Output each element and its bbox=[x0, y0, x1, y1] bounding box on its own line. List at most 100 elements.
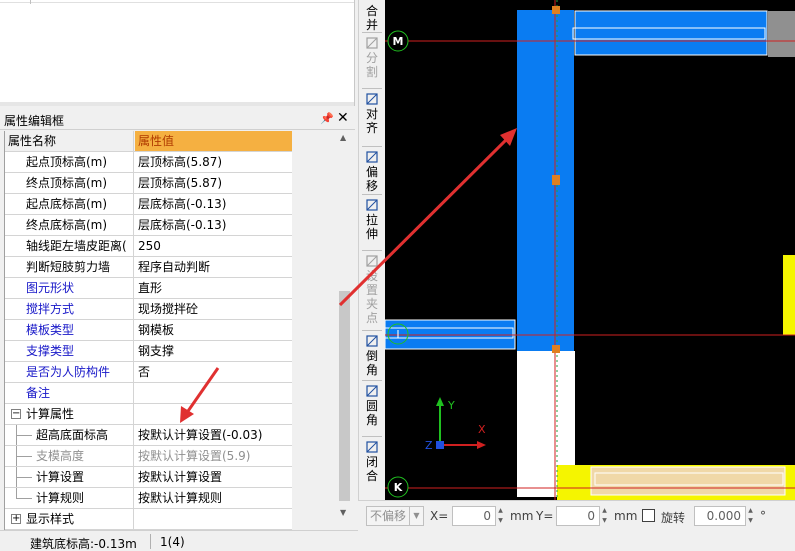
drawing-canvas[interactable]: M I K Y X Z bbox=[385, 0, 795, 500]
property-group-calc[interactable]: − 计算属性 bbox=[5, 404, 292, 425]
toolbar-separator bbox=[362, 436, 382, 437]
property-value-cell[interactable]: 钢模板 bbox=[135, 320, 292, 340]
tree-hscroll[interactable] bbox=[0, 102, 354, 106]
property-value-cell[interactable]: 直形 bbox=[135, 278, 292, 298]
property-value-cell[interactable]: 否 bbox=[135, 362, 292, 382]
gray-block bbox=[768, 11, 795, 57]
toolbar-label-char: 拉 bbox=[365, 213, 378, 227]
pin-icon[interactable]: 📌 bbox=[320, 112, 334, 125]
toolbar-button-4[interactable]: 拉伸 bbox=[359, 198, 385, 241]
toolbar-separator bbox=[362, 250, 382, 251]
scroll-thumb[interactable] bbox=[339, 291, 350, 501]
y-label: Y= bbox=[536, 509, 554, 523]
y-input[interactable]: 0 bbox=[556, 506, 600, 526]
property-row[interactable]: 起点顶标高(m) 层顶标高(5.87) bbox=[5, 152, 292, 173]
property-value-cell[interactable]: 属性值 bbox=[135, 131, 292, 151]
property-name-label: 搅拌方式 bbox=[26, 302, 75, 316]
property-value-cell[interactable]: 按默认计算设置(5.9) bbox=[135, 446, 292, 466]
property-grid: 属性名称 属性值 起点顶标高(m) 层顶标高(5.87) 终点顶标高(m) 层顶标高(5.… bbox=[4, 131, 292, 530]
rotate-spinner[interactable]: ▲ ▼ bbox=[746, 506, 755, 526]
property-name-label: 支撑类型 bbox=[26, 344, 75, 358]
toolbar-button-8[interactable]: 闭合 bbox=[359, 440, 385, 483]
property-row[interactable]: 轴线距左墙皮距离(250 bbox=[5, 236, 292, 257]
property-row[interactable]: 终点顶标高(m) 层顶标高(5.87) bbox=[5, 173, 292, 194]
property-grid-scrollbar[interactable]: ▲ ▼ bbox=[337, 131, 352, 519]
property-value-cell[interactable]: 层顶标高(5.87) bbox=[135, 152, 292, 172]
property-value-cell[interactable] bbox=[135, 404, 292, 424]
toolbar-separator bbox=[362, 380, 382, 381]
close-shape-icon bbox=[365, 440, 379, 454]
property-row[interactable]: 判断短肢剪力墙 程序自动判断 bbox=[5, 257, 292, 278]
property-grid-header[interactable]: 属性名称 属性值 bbox=[5, 131, 292, 152]
property-value-cell[interactable]: 现场搅拌砼 bbox=[135, 299, 292, 319]
property-name-cell: 搅拌方式 bbox=[5, 299, 134, 319]
property-value-cell[interactable]: 按默认计算设置 bbox=[135, 467, 292, 487]
toolbar-button-7[interactable]: 圆角 bbox=[359, 384, 385, 427]
scroll-down-icon[interactable]: ▼ bbox=[340, 508, 346, 517]
toolbar-button-3[interactable]: 偏移 bbox=[359, 150, 385, 193]
collapse-icon[interactable]: − bbox=[11, 409, 21, 419]
y-spinner[interactable]: ▲ ▼ bbox=[600, 506, 609, 526]
property-name-label: 判断短肢剪力墙 bbox=[26, 260, 111, 274]
property-value-cell[interactable]: 按默认计算规则 bbox=[135, 488, 292, 508]
x-spinner[interactable]: ▲ ▼ bbox=[496, 506, 505, 526]
property-value-cell[interactable]: 250 bbox=[135, 236, 292, 256]
rotate-checkbox[interactable] bbox=[642, 509, 655, 522]
rotate-input[interactable]: 0.000 bbox=[694, 506, 746, 526]
property-value-cell[interactable]: 层底标高(-0.13) bbox=[135, 215, 292, 235]
property-value-cell[interactable]: 层顶标高(5.87) bbox=[135, 173, 292, 193]
property-row[interactable]: 支模高度 按默认计算设置(5.9) bbox=[5, 446, 292, 467]
grip-bottom[interactable] bbox=[552, 345, 560, 353]
ucs-y-label: Y bbox=[447, 399, 455, 412]
property-row[interactable]: 起点底标高(m) 层底标高(-0.13) bbox=[5, 194, 292, 215]
toolbar-button-label: 闭合 bbox=[359, 455, 385, 483]
close-icon[interactable]: ✕ bbox=[337, 110, 349, 126]
toolbar-label-char: 并 bbox=[365, 18, 378, 32]
property-value-cell[interactable] bbox=[135, 383, 292, 403]
property-name-cell: 判断短肢剪力墙 bbox=[5, 257, 134, 277]
property-value-cell[interactable]: 按默认计算设置(-0.03) bbox=[135, 425, 292, 445]
property-group-display[interactable]: + 显示样式 bbox=[5, 509, 292, 530]
toolbar-label-char: 齐 bbox=[365, 121, 378, 135]
drawing-svg[interactable]: M I K Y X Z bbox=[385, 0, 795, 500]
chevron-down-icon[interactable]: ▼ bbox=[409, 507, 423, 525]
scroll-up-icon[interactable]: ▲ bbox=[340, 133, 346, 142]
toolbar-button-0[interactable]: 合并 bbox=[359, 4, 385, 32]
toolbar-label-char: 置 bbox=[365, 283, 378, 297]
wall-top-right[interactable] bbox=[574, 10, 768, 56]
property-row[interactable]: 超高底面标高 按默认计算设置(-0.03) bbox=[5, 425, 292, 446]
property-value-cell[interactable] bbox=[135, 509, 292, 529]
toolbar-label-char: 角 bbox=[365, 363, 378, 377]
property-row[interactable]: 备注 bbox=[5, 383, 292, 404]
property-row[interactable]: 计算设置 按默认计算设置 bbox=[5, 467, 292, 488]
property-value-cell[interactable]: 层底标高(-0.13) bbox=[135, 194, 292, 214]
x-input[interactable]: 0 bbox=[452, 506, 496, 526]
property-row[interactable]: 搅拌方式 现场搅拌砼 bbox=[5, 299, 292, 320]
ucs-x-label: X bbox=[478, 423, 486, 436]
property-row[interactable]: 支撑类型 钢支撑 bbox=[5, 341, 292, 362]
stretch-icon bbox=[365, 198, 379, 212]
property-row[interactable]: 计算规则 按默认计算规则 bbox=[5, 488, 292, 509]
wall-vertical[interactable] bbox=[517, 10, 574, 351]
property-value-cell[interactable]: 程序自动判断 bbox=[135, 257, 292, 277]
property-name-label: 图元形状 bbox=[26, 281, 75, 295]
tree-connector-h bbox=[16, 435, 32, 436]
property-name-cell: 轴线距左墙皮距离( bbox=[5, 236, 134, 256]
toolbar-separator bbox=[362, 88, 382, 89]
property-row[interactable]: 图元形状 直形 bbox=[5, 278, 292, 299]
toolbar-button-5[interactable]: 设置夹点 bbox=[359, 254, 385, 325]
grip-mid[interactable] bbox=[552, 175, 560, 185]
toolbar-label-char: 合 bbox=[365, 4, 378, 18]
property-row[interactable]: 模板类型 钢模板 bbox=[5, 320, 292, 341]
grip-top[interactable] bbox=[552, 6, 560, 14]
property-row[interactable]: 是否为人防构件 否 bbox=[5, 362, 292, 383]
x-label: X= bbox=[430, 509, 449, 523]
property-row[interactable]: 终点底标高(m) 层底标高(-0.13) bbox=[5, 215, 292, 236]
offset-mode-dropdown[interactable]: 不偏移 ▼ bbox=[366, 506, 424, 526]
property-name-cell: 终点底标高(m) bbox=[5, 215, 134, 235]
toolbar-button-6[interactable]: 倒角 bbox=[359, 334, 385, 377]
toolbar-button-2[interactable]: 对齐 bbox=[359, 92, 385, 135]
toolbar-button-1[interactable]: 分割 bbox=[359, 36, 385, 79]
expand-icon[interactable]: + bbox=[11, 514, 21, 524]
property-value-cell[interactable]: 钢支撑 bbox=[135, 341, 292, 361]
